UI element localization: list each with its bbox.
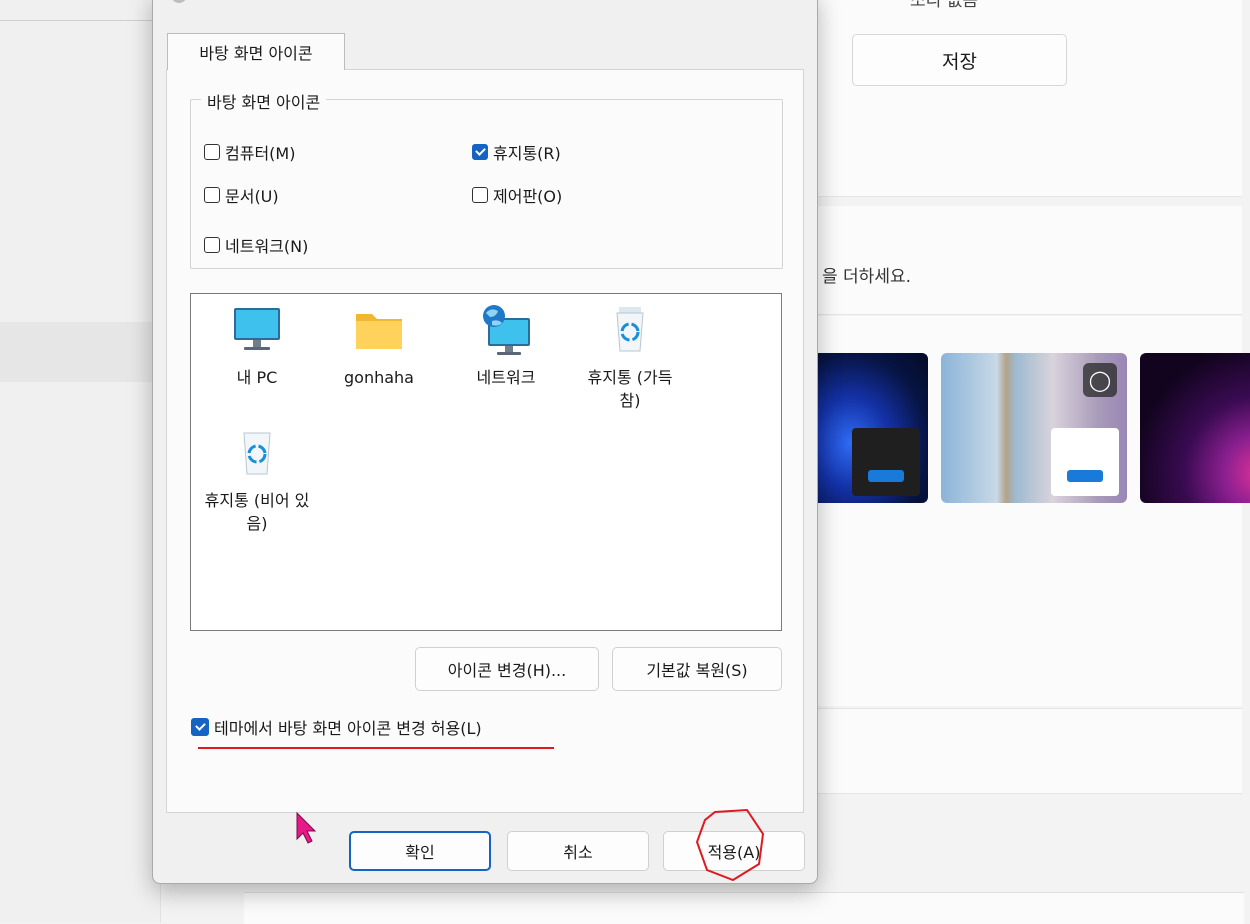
checkbox-computer[interactable]: 컴퓨터(M) bbox=[204, 140, 295, 164]
title-bar-icon bbox=[171, 0, 187, 3]
tab-panel: 바탕 화면 아이콘 컴퓨터(M) 휴지통(R) 문서(U) 제어판(O) 네트워… bbox=[166, 69, 804, 813]
restore-default-button[interactable]: 기본값 복원(S) bbox=[612, 647, 782, 691]
list-item-gonhaha-folder[interactable]: gonhaha bbox=[324, 304, 434, 389]
checkbox-documents[interactable]: 문서(U) bbox=[204, 183, 279, 207]
checkbox-box[interactable] bbox=[204, 187, 220, 203]
tab-desktop-icons[interactable]: 바탕 화면 아이콘 bbox=[167, 33, 345, 70]
checkbox-label: 컴퓨터(M) bbox=[225, 144, 296, 163]
icon-label: 내 PC bbox=[236, 368, 278, 387]
checkbox-control-panel[interactable]: 제어판(O) bbox=[472, 183, 562, 207]
settings-card-sound: 소리 없음 bbox=[818, 0, 1242, 197]
desktop-icon-settings-dialog: 바탕 화면 아이콘 바탕 화면 아이콘 컴퓨터(M) 휴지통(R) 문서(U) … bbox=[152, 0, 818, 884]
nav-divider bbox=[0, 20, 160, 21]
nav-selected-item[interactable] bbox=[0, 322, 160, 382]
monitor-icon bbox=[234, 308, 280, 350]
sound-value-label: 소리 없음 bbox=[910, 0, 978, 11]
recycle-bin-empty-icon bbox=[243, 432, 271, 475]
theme-taskbar-preview bbox=[868, 470, 904, 482]
checkbox-label: 테마에서 바탕 화면 아이콘 변경 허용(L) bbox=[214, 719, 482, 738]
annotation-underline bbox=[198, 747, 554, 749]
theme-thumbnail-glow[interactable] bbox=[1140, 353, 1250, 503]
desktop-icons-group: 바탕 화면 아이콘 컴퓨터(M) 휴지통(R) 문서(U) 제어판(O) 네트워… bbox=[190, 89, 783, 269]
folder-icon bbox=[356, 314, 402, 349]
recycle-bin-full-icon bbox=[616, 307, 644, 352]
checkbox-box[interactable] bbox=[204, 144, 220, 160]
save-button[interactable]: 저장 bbox=[852, 34, 1067, 86]
network-icon bbox=[483, 305, 530, 355]
theme-hint-text: 을 더하세요. bbox=[822, 267, 912, 287]
cancel-button[interactable]: 취소 bbox=[507, 831, 649, 871]
checkbox-network[interactable]: 네트워크(N) bbox=[204, 233, 308, 257]
icon-label: 네트워크 bbox=[476, 368, 536, 387]
desktop-icon-list[interactable]: 내 PC gonhaha 네트워크 휴지통 (가득 참) 휴지통 (비어 있음) bbox=[190, 293, 782, 631]
apply-button[interactable]: 적용(A) bbox=[663, 831, 805, 871]
spotlight-camera-icon: ◯ bbox=[1083, 363, 1117, 397]
checkbox-label: 네트워크(N) bbox=[225, 237, 309, 256]
settings-card-theme-hint bbox=[818, 206, 1242, 315]
icon-label: gonhaha bbox=[344, 368, 414, 387]
theme-thumbnail-spotlight[interactable]: ◯ bbox=[941, 353, 1127, 503]
checkbox-box[interactable] bbox=[204, 237, 220, 253]
settings-card-bottom bbox=[244, 892, 1244, 924]
icon-label: 휴지통 (가득 참) bbox=[587, 368, 673, 410]
settings-card-lower bbox=[818, 708, 1242, 794]
theme-thumbnail-bloom-dark[interactable] bbox=[818, 353, 928, 503]
checkbox-box[interactable] bbox=[472, 187, 488, 203]
change-icon-button[interactable]: 아이콘 변경(H)... bbox=[415, 647, 599, 691]
checkbox-allow-theme-change[interactable]: 테마에서 바탕 화면 아이콘 변경 허용(L) bbox=[191, 715, 482, 739]
list-item-my-pc[interactable]: 내 PC bbox=[202, 304, 312, 389]
ok-button[interactable]: 확인 bbox=[349, 831, 491, 871]
theme-window-preview bbox=[1051, 428, 1119, 496]
checkbox-recycle-bin[interactable]: 휴지통(R) bbox=[472, 140, 561, 164]
checkbox-label: 제어판(O) bbox=[493, 187, 563, 206]
list-item-recycle-bin-full[interactable]: 휴지통 (가득 참) bbox=[575, 304, 685, 412]
icon-label: 휴지통 (비어 있음) bbox=[204, 491, 310, 533]
checkbox-box-checked[interactable] bbox=[191, 718, 209, 736]
checkbox-label: 문서(U) bbox=[225, 187, 279, 206]
mouse-cursor-icon bbox=[296, 811, 317, 844]
list-item-recycle-bin-empty-entry[interactable]: 휴지통 (비어 있음) bbox=[202, 427, 312, 535]
checkbox-box-checked[interactable] bbox=[472, 144, 488, 160]
settings-nav-pane bbox=[0, 0, 161, 923]
theme-taskbar-preview bbox=[1067, 470, 1103, 482]
list-item-network[interactable]: 네트워크 bbox=[451, 304, 561, 389]
checkbox-label: 휴지통(R) bbox=[493, 144, 561, 163]
theme-window-preview bbox=[852, 428, 920, 496]
group-label: 바탕 화면 아이콘 bbox=[201, 89, 327, 113]
